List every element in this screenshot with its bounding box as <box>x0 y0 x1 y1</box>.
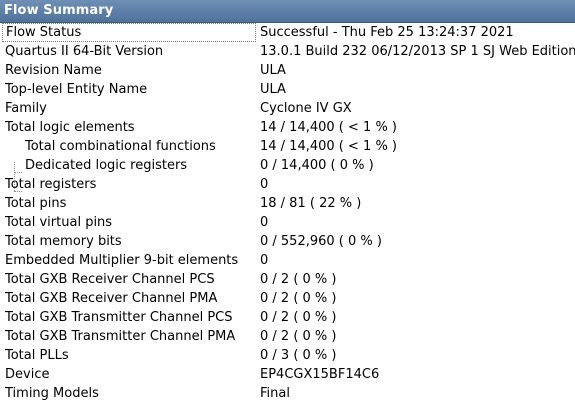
row-name: Total GXB Transmitter Channel PMA <box>5 329 236 344</box>
table-row-gxb-transmitter-pcs[interactable]: Total GXB Transmitter Channel PCS 0 / 2 … <box>0 308 575 327</box>
row-value: ULA <box>260 82 286 97</box>
table-row-dedicated-logic-registers[interactable]: Dedicated logic registers 0 / 14,400 ( 0… <box>0 156 575 175</box>
row-value: ULA <box>260 63 286 78</box>
tree-connector-line <box>14 191 22 192</box>
table-row-total-logic-elements[interactable]: Total logic elements 14 / 14,400 ( < 1 %… <box>0 118 575 137</box>
table-row-total-plls[interactable]: Total PLLs 0 / 3 ( 0 % ) <box>0 346 575 365</box>
table-row-top-level-entity[interactable]: Top-level Entity Name ULA <box>0 80 575 99</box>
row-name: Top-level Entity Name <box>5 82 148 97</box>
row-name: Total logic elements <box>5 120 135 135</box>
table-row-gxb-receiver-pcs[interactable]: Total GXB Receiver Channel PCS 0 / 2 ( 0… <box>0 270 575 289</box>
table-row-total-registers[interactable]: Total registers 0 <box>0 175 575 194</box>
table-row-family[interactable]: Family Cyclone IV GX <box>0 99 575 118</box>
row-name: Total virtual pins <box>5 215 113 230</box>
row-value: 13.0.1 Build 232 06/12/2013 SP 1 SJ Web … <box>260 44 575 59</box>
row-value: 0 / 14,400 ( 0 % ) <box>260 158 374 173</box>
row-name: Total PLLs <box>5 348 69 363</box>
table-row-total-memory-bits[interactable]: Total memory bits 0 / 552,960 ( 0 % ) <box>0 232 575 251</box>
row-value: 14 / 14,400 ( < 1 % ) <box>260 120 397 135</box>
row-name: Total GXB Transmitter Channel PCS <box>5 310 233 325</box>
row-value: 0 / 552,960 ( 0 % ) <box>260 234 382 249</box>
row-name: Revision Name <box>5 63 102 78</box>
row-name: Family <box>5 101 47 116</box>
row-value: 0 / 2 ( 0 % ) <box>260 310 337 325</box>
row-value: 0 / 2 ( 0 % ) <box>260 272 337 287</box>
table-row-version[interactable]: Quartus II 64-Bit Version 13.0.1 Build 2… <box>0 42 575 61</box>
row-name: Total memory bits <box>5 234 122 249</box>
tree-connector-line <box>14 172 22 173</box>
row-value: 0 <box>260 177 269 192</box>
table-row-revision-name[interactable]: Revision Name ULA <box>0 61 575 80</box>
row-name: Quartus II 64-Bit Version <box>5 44 164 59</box>
table-row-gxb-transmitter-pma[interactable]: Total GXB Transmitter Channel PMA 0 / 2 … <box>0 327 575 346</box>
table-row-device[interactable]: Device EP4CGX15BF14C6 <box>0 365 575 384</box>
row-name: Embedded Multiplier 9-bit elements <box>5 253 239 268</box>
row-name: Timing Models <box>5 386 99 401</box>
row-name: Flow Status <box>2 23 256 42</box>
row-value: EP4CGX15BF14C6 <box>260 367 380 382</box>
row-value: 18 / 81 ( 22 % ) <box>260 196 362 211</box>
row-name: Device <box>5 367 50 382</box>
row-value: Cyclone IV GX <box>260 101 352 116</box>
row-name: Total GXB Receiver Channel PCS <box>5 272 215 287</box>
table-row-total-combinational-functions[interactable]: Total combinational functions 14 / 14,40… <box>0 137 575 156</box>
row-name: Total GXB Receiver Channel PMA <box>5 291 218 306</box>
table-row-gxb-receiver-pma[interactable]: Total GXB Receiver Channel PMA 0 / 2 ( 0… <box>0 289 575 308</box>
row-value: Final <box>260 386 290 401</box>
row-value: 0 <box>260 253 269 268</box>
table-row-embedded-multiplier[interactable]: Embedded Multiplier 9-bit elements 0 <box>0 251 575 270</box>
flow-summary-table: Flow Status Successful - Thu Feb 25 13:2… <box>0 23 575 403</box>
table-row-timing-models[interactable]: Timing Models Final <box>0 384 575 403</box>
flow-summary-panel: Flow Summary Flow Status Successful - Th… <box>0 0 575 405</box>
row-name: Total registers <box>5 177 97 192</box>
row-name: Total pins <box>5 196 67 211</box>
row-value: 14 / 14,400 ( < 1 % ) <box>260 139 397 154</box>
row-value: 0 <box>260 215 269 230</box>
row-value: 0 / 2 ( 0 % ) <box>260 329 337 344</box>
row-value: 0 / 3 ( 0 % ) <box>260 348 337 363</box>
table-row-flow-status[interactable]: Flow Status Successful - Thu Feb 25 13:2… <box>0 23 575 42</box>
table-row-total-pins[interactable]: Total pins 18 / 81 ( 22 % ) <box>0 194 575 213</box>
row-value: Successful - Thu Feb 25 13:24:37 2021 <box>260 25 514 40</box>
tree-connector-line <box>14 162 15 191</box>
row-name: Dedicated logic registers <box>25 158 188 173</box>
table-row-total-virtual-pins[interactable]: Total virtual pins 0 <box>0 213 575 232</box>
row-value: 0 / 2 ( 0 % ) <box>260 291 337 306</box>
row-name: Total combinational functions <box>25 139 216 154</box>
panel-title: Flow Summary <box>0 0 575 23</box>
